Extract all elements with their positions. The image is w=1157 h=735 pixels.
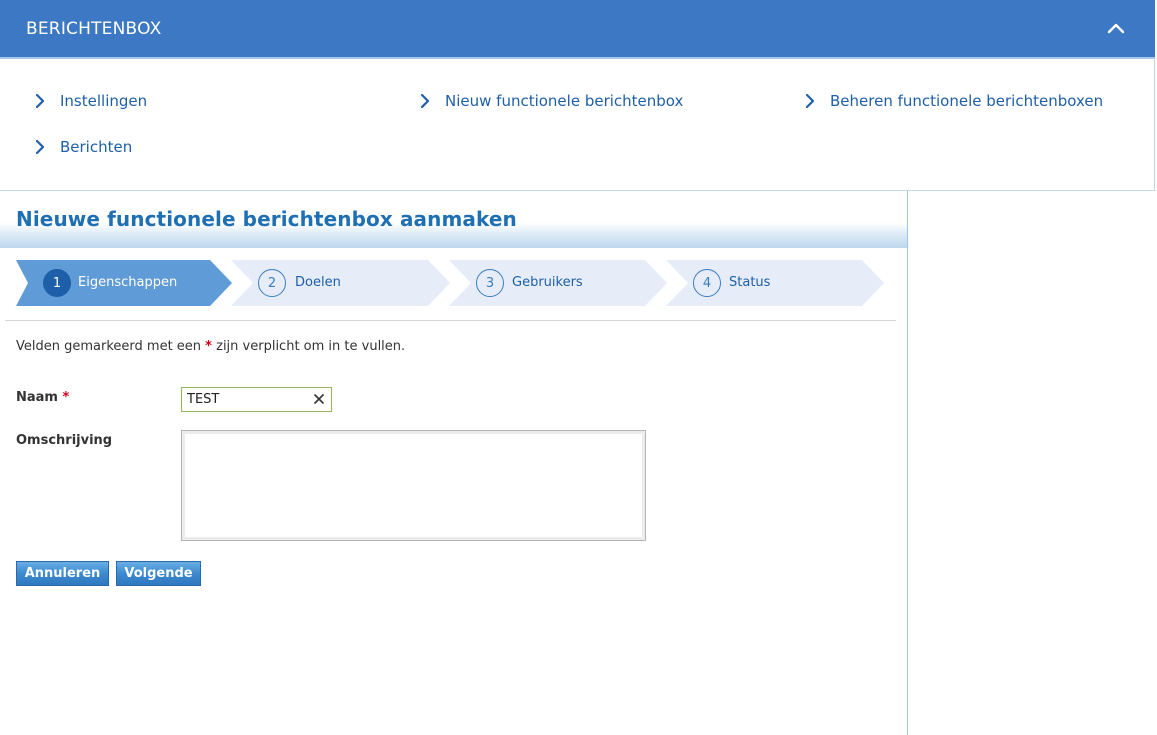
required-fields-note: Velden gemarkeerd met een * zijn verplic… bbox=[16, 339, 405, 354]
divider bbox=[5, 320, 896, 321]
required-star: * bbox=[62, 390, 70, 405]
chevron-up-icon[interactable] bbox=[1106, 18, 1126, 38]
description-label: Omschrijving bbox=[16, 433, 113, 448]
name-field bbox=[181, 387, 332, 412]
step-label: Status bbox=[729, 275, 771, 290]
required-note-text: zijn verplicht om in te vullen. bbox=[216, 339, 406, 354]
berichtenbox-header: BERICHTENBOX bbox=[0, 0, 1155, 59]
step-label: Doelen bbox=[295, 275, 341, 290]
nav-link-beheren-functionele-berichtenboxen[interactable]: Beheren functionele berichtenboxen bbox=[804, 92, 1103, 110]
nav-link-label: Beheren functionele berichtenboxen bbox=[830, 92, 1104, 110]
step-label: Eigenschappen bbox=[78, 275, 178, 290]
step-number: 4 bbox=[693, 269, 721, 297]
wizard-step-eigenschappen[interactable]: 1 Eigenschappen bbox=[16, 260, 232, 306]
name-input[interactable] bbox=[182, 388, 310, 411]
required-star: * bbox=[205, 339, 212, 354]
main-content: Nieuwe functionele berichtenbox aanmaken… bbox=[0, 191, 908, 735]
nav-link-berichten[interactable]: Berichten bbox=[34, 138, 132, 156]
wizard-steps: 1 Eigenschappen 2 Doelen 3 Gebruikers 4 … bbox=[16, 260, 886, 306]
chevron-right-icon bbox=[805, 93, 815, 109]
wizard-step-doelen[interactable]: 2 Doelen bbox=[231, 260, 450, 306]
name-label-text: Naam bbox=[16, 390, 58, 405]
required-note-text: Velden gemarkeerd met een bbox=[16, 339, 202, 354]
page-title: Nieuwe functionele berichtenbox aanmaken bbox=[16, 207, 517, 231]
nav-link-label: Instellingen bbox=[60, 92, 148, 110]
chevron-right-icon bbox=[35, 93, 45, 109]
step-label: Gebruikers bbox=[512, 275, 583, 290]
name-label: Naam * bbox=[16, 390, 69, 405]
nav-link-nieuw-functionele-berichtenbox[interactable]: Nieuw functionele berichtenbox bbox=[419, 92, 683, 110]
nav-link-label: Berichten bbox=[60, 138, 133, 156]
page-header: Nieuwe functionele berichtenbox aanmaken bbox=[0, 191, 907, 248]
step-number: 3 bbox=[476, 269, 504, 297]
next-button[interactable]: Volgende bbox=[116, 561, 201, 586]
step-number: 2 bbox=[258, 269, 286, 297]
nav-link-instellingen[interactable]: Instellingen bbox=[34, 92, 147, 110]
wizard-step-status[interactable]: 4 Status bbox=[666, 260, 884, 306]
description-textarea[interactable] bbox=[181, 430, 646, 541]
header-title: BERICHTENBOX bbox=[26, 19, 162, 39]
wizard-step-gebruikers[interactable]: 3 Gebruikers bbox=[449, 260, 667, 306]
clear-icon[interactable] bbox=[313, 393, 325, 405]
chevron-right-icon bbox=[420, 93, 430, 109]
chevron-right-icon bbox=[35, 139, 45, 155]
nav-link-label: Nieuw functionele berichtenbox bbox=[445, 92, 684, 110]
cancel-button[interactable]: Annuleren bbox=[16, 561, 109, 586]
nav-panel: Instellingen Nieuw functionele berichten… bbox=[0, 59, 1155, 191]
step-number: 1 bbox=[43, 269, 71, 297]
